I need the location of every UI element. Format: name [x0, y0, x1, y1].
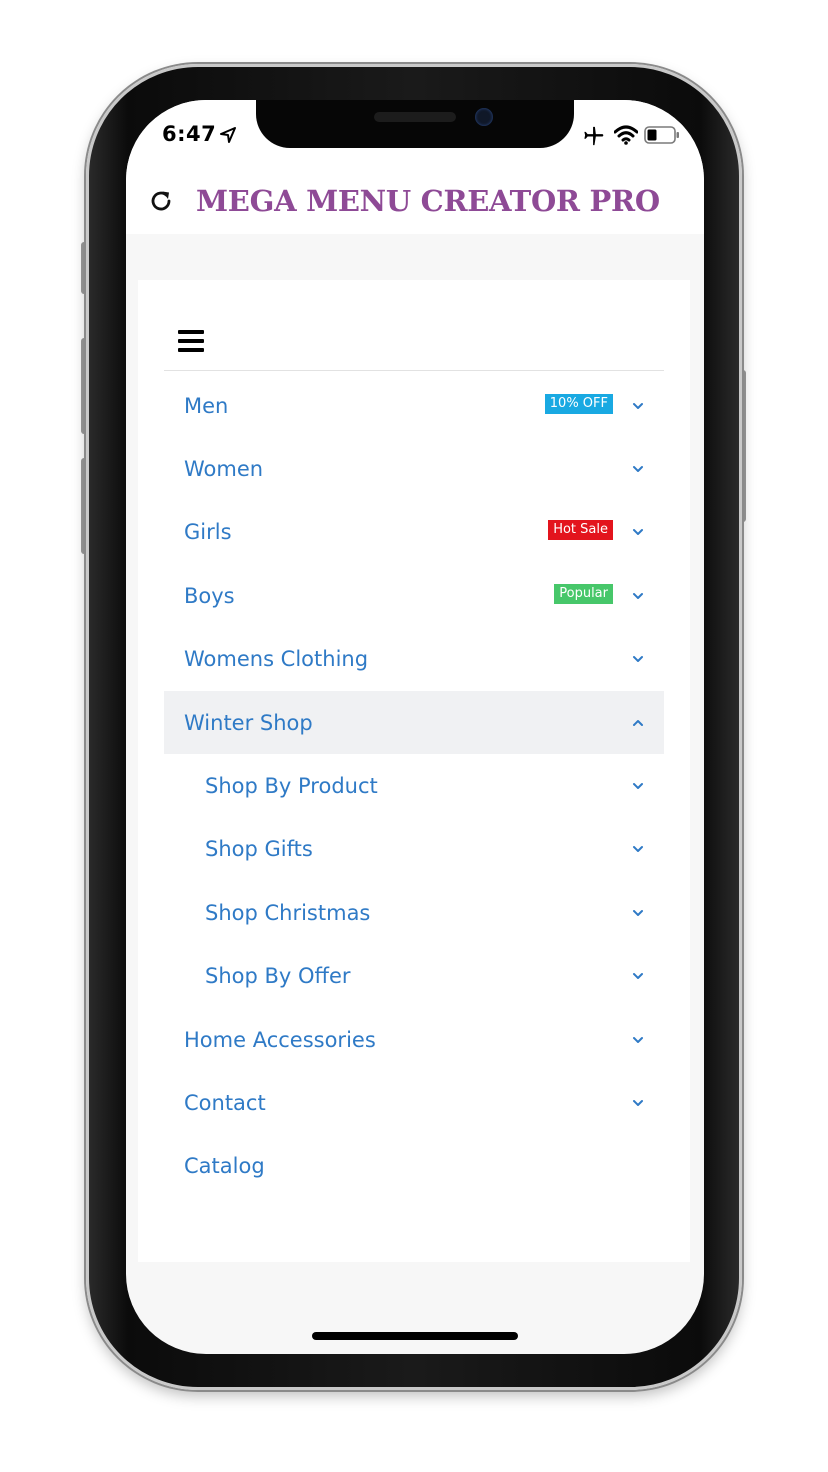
chevron-down-icon[interactable]	[632, 907, 644, 919]
menu-item-label: Men	[184, 393, 229, 418]
location-arrow-icon	[220, 127, 236, 143]
menu-item-label: Winter Shop	[184, 710, 313, 735]
menu-item-shop-by-offer[interactable]: Shop By Offer	[164, 945, 664, 1008]
menu-item-label: Catalog	[184, 1154, 265, 1179]
chevron-down-icon[interactable]	[632, 780, 644, 792]
menu-item-shop-by-product[interactable]: Shop By Product	[164, 754, 664, 817]
chevron-down-icon[interactable]	[632, 970, 644, 982]
front-camera	[475, 108, 493, 126]
mega-menu-card: Men 10% OFF Women Girls Hot Sale Boys Popular W…	[138, 280, 690, 1262]
speaker-grille	[374, 112, 456, 122]
menu-item-label: Shop Christmas	[205, 900, 371, 925]
menu-item-winter-shop[interactable]: Winter Shop	[164, 690, 664, 755]
notch	[256, 100, 574, 148]
chevron-up-icon[interactable]	[632, 717, 644, 729]
airplane-icon	[584, 126, 604, 146]
chevron-down-icon[interactable]	[632, 653, 644, 665]
phone-screen: 6:47 MEGA MENU CREATOR PRO Men 10% OFF W…	[126, 100, 704, 1354]
menu-item-label: Womens Clothing	[184, 647, 369, 672]
app-title: MEGA MENU CREATOR PRO	[196, 184, 660, 218]
battery-icon	[644, 126, 679, 144]
menu-item-label: Boys	[184, 583, 235, 608]
menu-item-label: Women	[184, 457, 264, 482]
menu-divider	[164, 370, 664, 371]
chevron-down-icon[interactable]	[632, 1097, 644, 1109]
menu-item-label: Shop By Offer	[205, 964, 351, 989]
menu-item-men[interactable]: Men 10% OFF	[164, 374, 664, 437]
chevron-down-icon[interactable]	[632, 400, 644, 412]
menu-item-girls[interactable]: Girls Hot Sale	[164, 501, 664, 564]
menu-item-label: Girls	[184, 520, 232, 545]
menu-item-label: Contact	[184, 1090, 266, 1115]
menu-badge: Hot Sale	[548, 520, 613, 541]
menu-item-boys[interactable]: Boys Popular	[164, 564, 664, 627]
menu-item-catalog[interactable]: Catalog	[164, 1135, 664, 1198]
menu-item-contact[interactable]: Contact	[164, 1071, 664, 1134]
chevron-down-icon[interactable]	[632, 843, 644, 855]
chevron-down-icon[interactable]	[632, 526, 644, 538]
menu-item-womens-clothing[interactable]: Womens Clothing	[164, 628, 664, 691]
menu-item-women[interactable]: Women	[164, 437, 664, 500]
chevron-down-icon[interactable]	[632, 463, 644, 475]
menu-item-label: Shop By Product	[205, 774, 378, 799]
menu-item-shop-christmas[interactable]: Shop Christmas	[164, 881, 664, 944]
status-time: 6:47	[162, 122, 217, 146]
chevron-down-icon[interactable]	[632, 590, 644, 602]
wifi-icon	[614, 125, 638, 145]
home-indicator[interactable]	[312, 1332, 518, 1340]
hamburger-icon[interactable]	[178, 330, 204, 352]
menu-item-home-accessories[interactable]: Home Accessories	[164, 1008, 664, 1071]
menu-list: Men 10% OFF Women Girls Hot Sale Boys Popular W…	[164, 374, 664, 1198]
menu-badge: Popular	[554, 583, 613, 604]
reload-icon[interactable]	[148, 188, 174, 214]
menu-item-label: Home Accessories	[184, 1027, 376, 1052]
app-header: MEGA MENU CREATOR PRO	[126, 170, 704, 234]
chevron-down-icon[interactable]	[632, 1034, 644, 1046]
menu-badge: 10% OFF	[544, 393, 613, 414]
menu-item-label: Shop Gifts	[205, 837, 313, 862]
menu-item-shop-gifts[interactable]: Shop Gifts	[164, 818, 664, 881]
